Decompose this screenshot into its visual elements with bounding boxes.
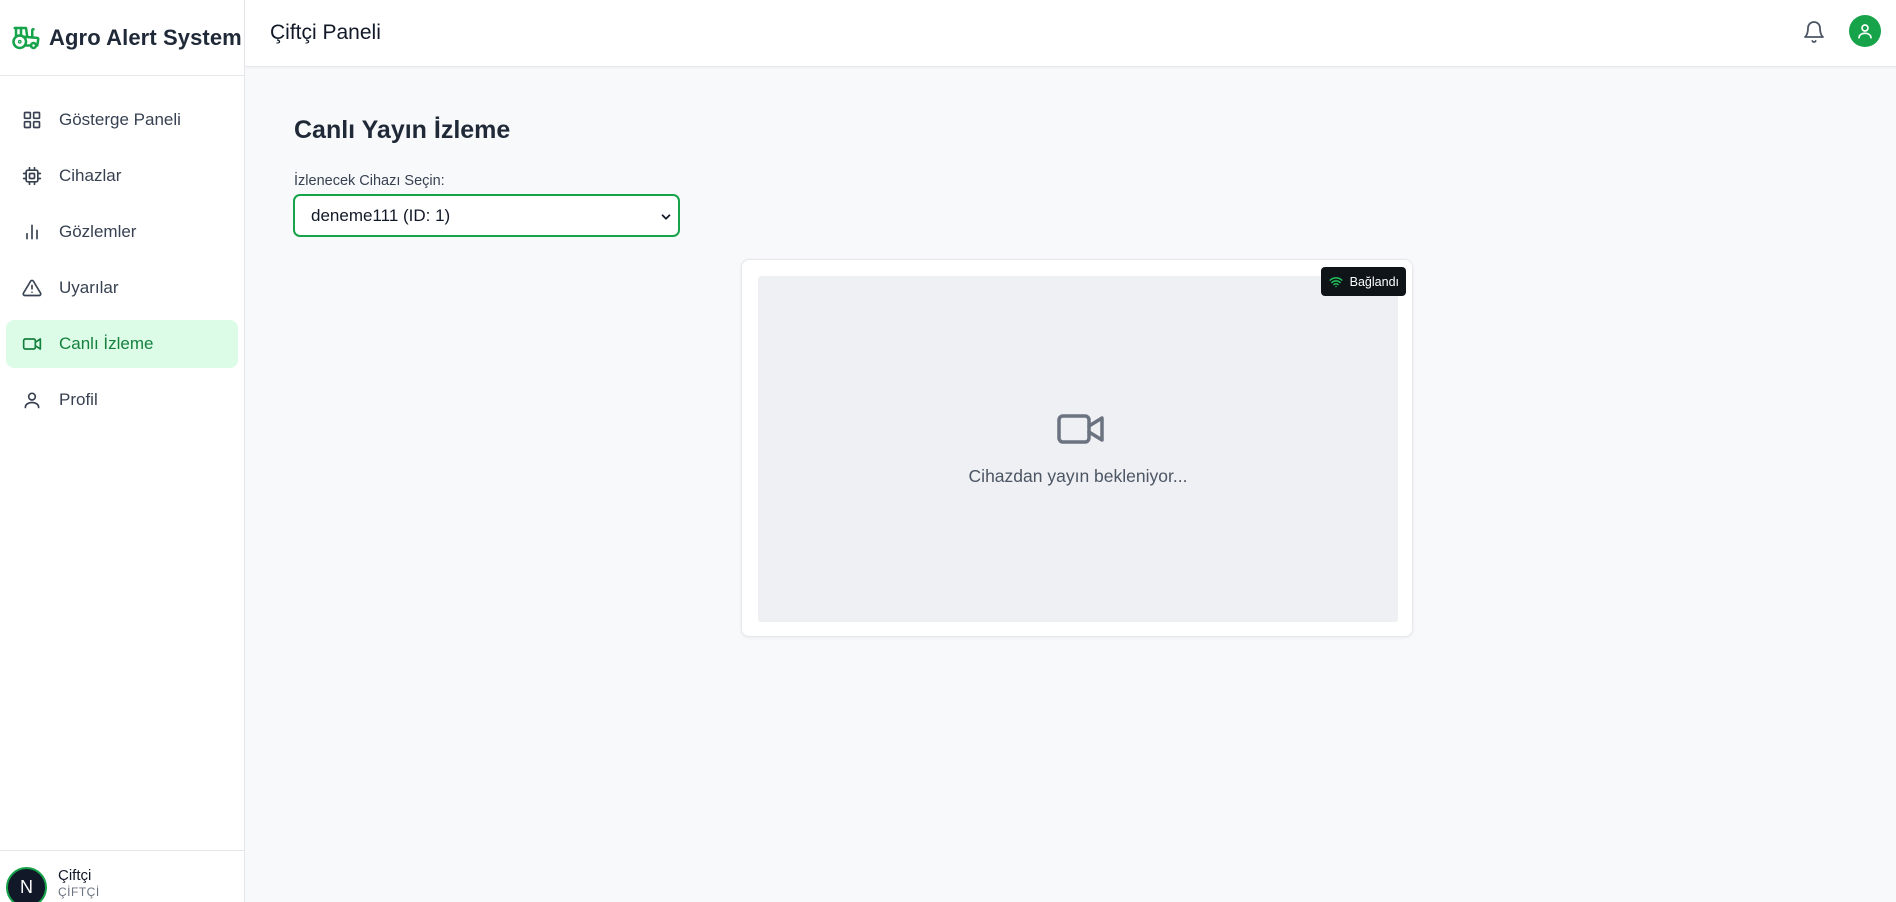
- sidebar-item-label: Gösterge Paneli: [59, 110, 181, 129]
- sidebar-item-live-view[interactable]: Canlı İzleme: [6, 320, 238, 368]
- sidebar-nav: Gösterge Paneli Cihazlar Gözlemler Uyarı…: [0, 76, 244, 424]
- avatar: N: [6, 867, 47, 902]
- sidebar-item-alerts[interactable]: Uyarılar: [6, 264, 238, 312]
- sidebar-item-dashboard[interactable]: Gösterge Paneli: [6, 96, 238, 144]
- status-badge: Bağlandı: [1320, 267, 1406, 296]
- status-label: Bağlandı: [1349, 274, 1399, 289]
- user-role: ÇİFTÇİ: [58, 885, 100, 899]
- device-select-label: İzlenecek Cihazı Seçin:: [294, 173, 445, 189]
- user-name: Çiftçi: [58, 867, 92, 884]
- user-icon: [21, 389, 43, 411]
- device-select-value: deneme111 (ID: 1): [311, 205, 451, 225]
- user-avatar-button[interactable]: [1849, 15, 1881, 47]
- video-icon: [21, 333, 43, 355]
- tractor-icon: [11, 23, 41, 53]
- video-card: Cihazdan yayın bekleniyor... Bağlandı: [741, 259, 1413, 637]
- bar-chart-icon: [21, 221, 43, 243]
- sidebar-item-label: Cihazlar: [59, 166, 122, 185]
- waiting-message: Cihazdan yayın bekleniyor...: [968, 466, 1188, 486]
- main-content: Canlı Yayın İzleme İzlenecek Cihazı Seçi…: [245, 67, 1896, 902]
- page-header-title: Çiftçi Paneli: [270, 21, 381, 44]
- sidebar: Agro Alert System Gösterge Paneli Cihazl…: [0, 0, 245, 902]
- bell-icon[interactable]: [1802, 20, 1826, 44]
- sidebar-item-label: Gözlemler: [59, 222, 137, 241]
- sidebar-item-label: Canlı İzleme: [59, 334, 154, 353]
- chevron-down-icon: [659, 209, 673, 223]
- video-camera-icon: [1057, 413, 1105, 445]
- sidebar-item-devices[interactable]: Cihazlar: [6, 152, 238, 200]
- chip-icon: [21, 165, 43, 187]
- page-title: Canlı Yayın İzleme: [294, 116, 511, 144]
- wifi-icon: [1329, 275, 1343, 289]
- brand: Agro Alert System: [0, 0, 244, 76]
- device-select[interactable]: deneme111 (ID: 1): [293, 194, 680, 237]
- grid-icon: [21, 109, 43, 131]
- warning-triangle-icon: [21, 277, 43, 299]
- sidebar-item-profile[interactable]: Profil: [6, 376, 238, 424]
- sidebar-item-observations[interactable]: Gözlemler: [6, 208, 238, 256]
- app-title: Agro Alert System: [49, 24, 242, 50]
- video-stream-area: Cihazdan yayın bekleniyor...: [758, 276, 1398, 622]
- sidebar-user[interactable]: N Çiftçi ÇİFTÇİ: [0, 850, 244, 902]
- sidebar-item-label: Profil: [59, 390, 98, 409]
- top-header: Çiftçi Paneli: [245, 0, 1896, 67]
- sidebar-item-label: Uyarılar: [59, 278, 119, 297]
